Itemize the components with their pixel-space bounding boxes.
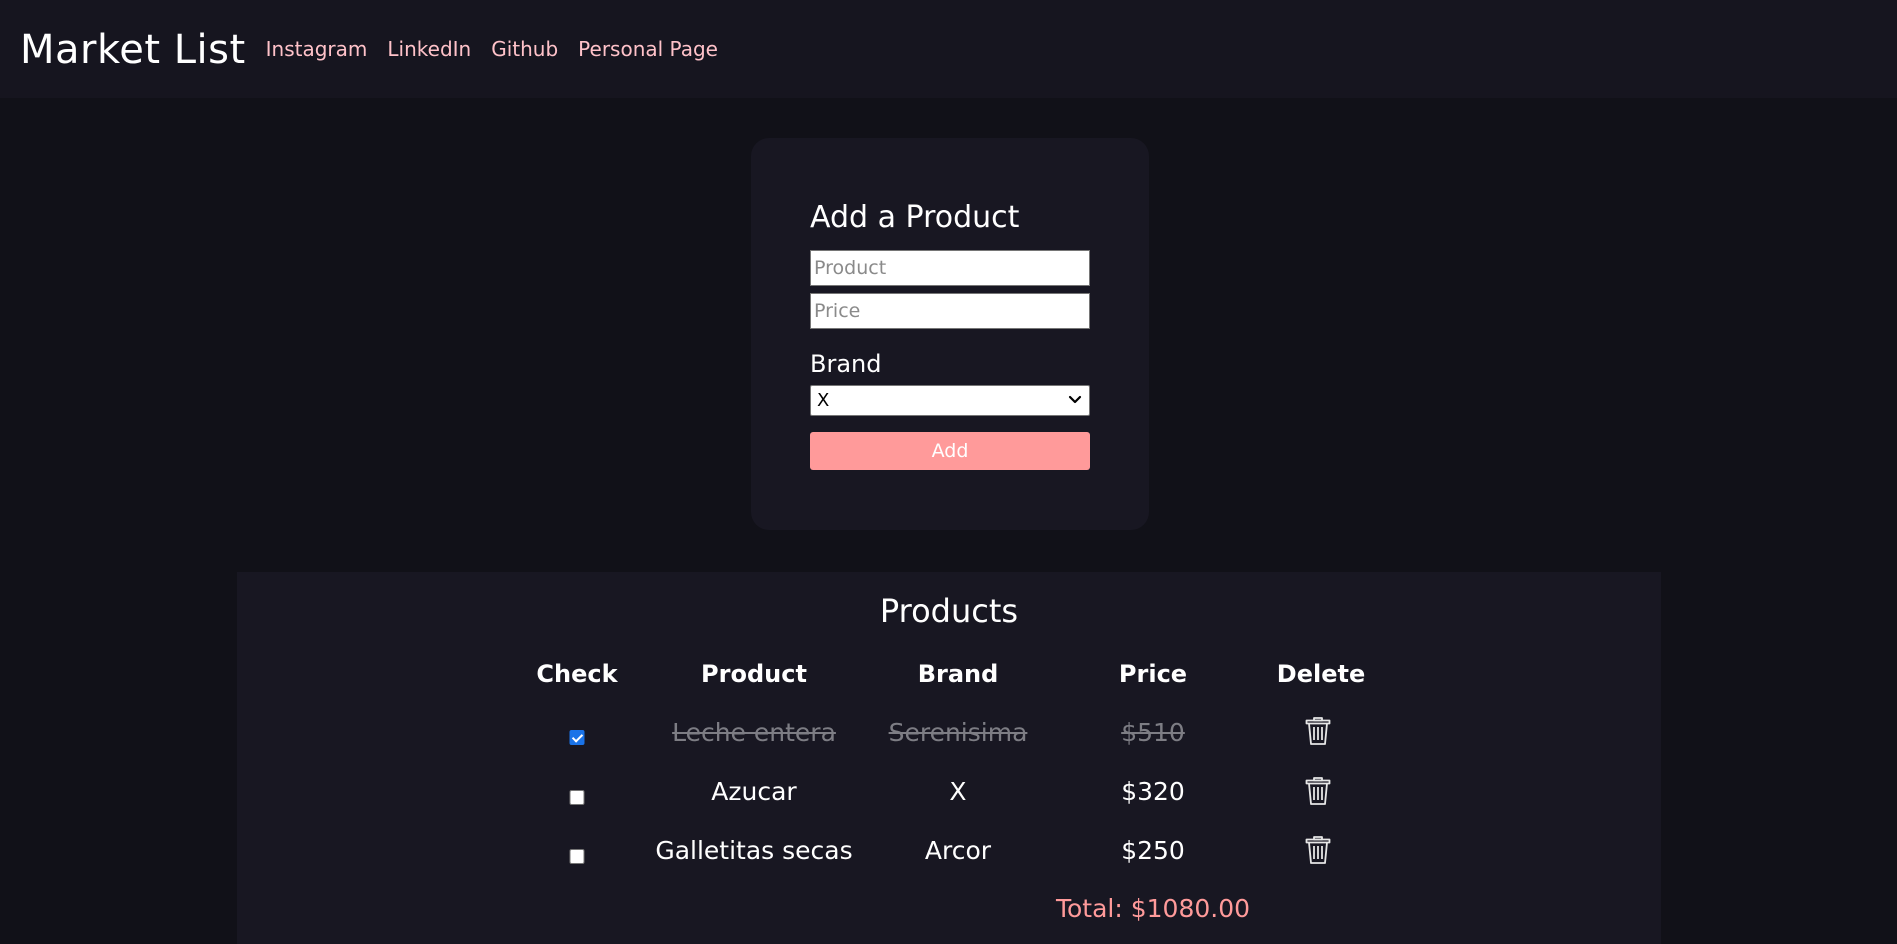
trash-icon[interactable] — [1303, 714, 1333, 746]
row-checkbox[interactable] — [569, 849, 585, 864]
add-button[interactable]: Add — [810, 432, 1090, 470]
row-checkbox[interactable] — [569, 730, 585, 745]
trash-icon[interactable] — [1303, 833, 1333, 865]
products-title: Products — [879, 592, 1019, 630]
column-header-brand: Brand — [917, 660, 999, 688]
price-input[interactable] — [810, 293, 1090, 329]
row-checkbox[interactable] — [569, 790, 585, 805]
row-product: Leche entera — [672, 718, 836, 747]
column-header-delete: Delete — [1276, 660, 1366, 688]
row-price: $250 — [1121, 836, 1185, 865]
chevron-down-icon — [1068, 395, 1082, 404]
row-price: $320 — [1121, 777, 1185, 806]
row-brand: Serenisima — [888, 718, 1028, 747]
product-input[interactable] — [810, 250, 1090, 286]
column-header-price: Price — [1118, 660, 1188, 688]
total-amount: Total: $1080.00 — [1055, 894, 1251, 923]
brand-select-value: X — [817, 390, 830, 411]
row-product: Galletitas secas — [655, 836, 853, 865]
nav-link-instagram[interactable]: Instagram — [266, 37, 368, 61]
add-product-card: Add a Product Brand X Add — [751, 138, 1149, 530]
brand-label: Brand — [810, 350, 882, 378]
nav-link-linkedin[interactable]: LinkedIn — [387, 37, 471, 61]
site-title: Market List — [20, 27, 246, 73]
top-nav: Market List Instagram LinkedIn Github Pe… — [0, 0, 1897, 98]
row-brand: Arcor — [924, 836, 992, 865]
row-product: Azucar — [711, 777, 797, 806]
add-product-title: Add a Product — [810, 200, 1020, 235]
brand-select[interactable]: X — [810, 385, 1090, 416]
trash-icon[interactable] — [1303, 774, 1333, 806]
row-brand: X — [949, 777, 967, 806]
column-header-check: Check — [536, 660, 618, 688]
nav-link-personal-page[interactable]: Personal Page — [578, 37, 718, 61]
row-price: $510 — [1121, 718, 1185, 747]
column-header-product: Product — [701, 660, 807, 688]
nav-link-github[interactable]: Github — [491, 37, 558, 61]
products-panel: Products Check Product Brand Price Delet… — [237, 572, 1661, 944]
